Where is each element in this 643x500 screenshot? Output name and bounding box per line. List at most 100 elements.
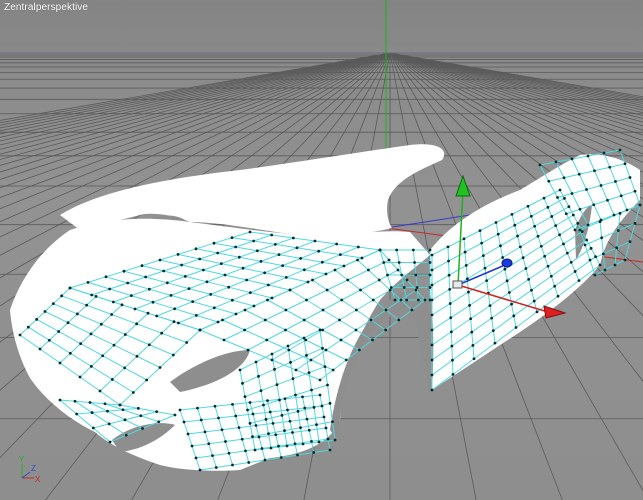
fender-patch-vertex xyxy=(198,328,202,332)
door-patch-vertex xyxy=(491,329,495,333)
rear-intake-patch-vertex xyxy=(606,198,609,202)
hood-patch-vertex xyxy=(155,314,159,318)
door-patch-vertex xyxy=(447,259,450,263)
door-patch-vertex xyxy=(430,328,434,332)
hood-patch-vertex xyxy=(180,263,184,267)
rear-side-patch-vertex xyxy=(583,243,587,247)
front-lower-patch-vertex xyxy=(288,419,292,423)
rear-intake-patch-vertex xyxy=(564,212,568,216)
rear-intake-patch-vertex xyxy=(586,223,590,227)
hood-patch-vertex xyxy=(205,280,209,284)
front-lower-patch-vertex xyxy=(293,442,297,446)
front-lower-patch-vertex xyxy=(207,442,211,446)
wheel-front-patch-vertex xyxy=(326,383,329,387)
bumper-patch-vertex xyxy=(123,418,127,422)
front-left-patch-vertex xyxy=(160,331,164,335)
fender-patch-vertex xyxy=(399,298,403,302)
front-lower-patch-vertex xyxy=(214,466,218,469)
door-patch-vertex xyxy=(594,255,597,259)
fender-patch-vertex xyxy=(354,308,358,312)
door-patch-vertex xyxy=(507,291,511,294)
hood-patch-vertex xyxy=(140,264,144,267)
rear-side-patch-vertex xyxy=(598,220,602,224)
hood-patch-vertex xyxy=(248,291,252,294)
wheel-front-patch-vertex xyxy=(301,442,305,446)
gizmo-center-handle[interactable] xyxy=(452,280,463,289)
door-patch-vertex xyxy=(554,224,558,228)
wheel-front-patch-vertex xyxy=(299,426,302,430)
fender-patch-vertex xyxy=(405,278,409,282)
wheel-front-patch-vertex xyxy=(289,360,292,364)
a-pillar-patch-vertex xyxy=(428,286,432,289)
fender-patch-vertex xyxy=(354,328,358,332)
fender-patch-vertex xyxy=(325,288,329,292)
fender-patch-vertex xyxy=(221,318,224,322)
fender-patch-vertex xyxy=(243,308,247,312)
door-patch-vertex xyxy=(470,330,474,334)
a-pillar-patch-vertex xyxy=(402,286,406,289)
wheel-front-patch-vertex xyxy=(275,383,279,387)
fender-patch-vertex xyxy=(410,308,414,312)
axis-indicator-z-line xyxy=(21,471,31,479)
gizmo-z-arrow-icon[interactable] xyxy=(501,258,513,268)
rear-side-patch-vertex xyxy=(613,263,617,267)
hood-patch-vertex xyxy=(360,256,364,260)
front-lower-patch-vertex xyxy=(328,448,332,452)
hood-patch-vertex xyxy=(266,283,270,287)
gizmo-x-arrow-icon[interactable] xyxy=(543,305,567,319)
hood-patch-vertex xyxy=(90,293,94,297)
a-pillar-patch-vertex xyxy=(413,261,416,264)
door-patch-vertex xyxy=(550,215,554,218)
scene-canvas[interactable]: Y X Z xyxy=(0,0,643,500)
wheel-front-patch-vertex xyxy=(312,405,316,409)
door-patch-vertex xyxy=(468,304,471,307)
fender-patch-vertex xyxy=(333,268,337,272)
front-left-patch-vertex xyxy=(99,322,103,326)
rear-intake-patch-vertex xyxy=(585,188,588,191)
a-pillar-patch-vertex xyxy=(382,261,386,264)
editor-viewport[interactable]: Y X Z Zentralperspektive xyxy=(0,0,643,500)
front-lower-patch-vertex xyxy=(227,451,231,455)
wheel-front-patch-vertex xyxy=(259,389,263,393)
fender-patch-vertex xyxy=(366,268,370,272)
hood-patch-vertex xyxy=(313,239,317,243)
door-patch-vertex xyxy=(585,238,589,242)
axis-indicator-x-label: X xyxy=(35,475,41,484)
a-pillar-patch-vertex xyxy=(411,248,415,252)
front-lower-patch-vertex xyxy=(266,399,269,403)
door-patch-vertex xyxy=(480,241,484,245)
door-patch-vertex xyxy=(483,266,487,270)
rear-side-patch-vertex xyxy=(628,240,632,244)
hood-patch-vertex xyxy=(201,268,205,272)
bumper-patch-vertex xyxy=(118,403,122,407)
fender-patch-vertex xyxy=(371,338,374,342)
fender-patch-vertex xyxy=(309,358,313,362)
hood-patch-vertex xyxy=(169,294,173,297)
door-patch-vertex xyxy=(462,237,466,241)
hood-patch-vertex xyxy=(86,281,90,284)
fender-patch-vertex xyxy=(288,288,292,292)
bumper-patch-vertex xyxy=(91,426,95,430)
fender-patch-vertex xyxy=(346,278,350,282)
bumper-patch-vertex xyxy=(88,401,92,404)
fender-patch-vertex xyxy=(243,328,247,332)
front-lower-patch-vertex xyxy=(310,439,313,443)
wheel-front-patch-vertex xyxy=(241,381,244,385)
front-left-patch-vertex xyxy=(147,343,151,347)
rear-intake-patch-vertex xyxy=(570,157,574,161)
bumper-patch-vertex xyxy=(141,427,144,430)
fender-patch-vertex xyxy=(371,298,375,302)
bumper-patch-vertex xyxy=(90,411,94,414)
wheel-front-patch-vertex xyxy=(315,423,318,427)
door-patch-vertex xyxy=(449,316,453,320)
front-lower-patch-vertex xyxy=(213,404,217,408)
front-left-patch-vertex xyxy=(172,320,176,323)
rear-side-patch-vertex xyxy=(623,258,627,262)
bumper-patch-vertex xyxy=(58,398,62,402)
door-patch-vertex xyxy=(546,205,550,209)
front-left-patch-vertex xyxy=(158,366,162,369)
front-left-patch-vertex xyxy=(79,342,83,345)
door-patch-vertex xyxy=(469,317,473,321)
fender-patch-vertex xyxy=(311,278,314,282)
a-pillar-patch-vertex xyxy=(395,248,399,252)
